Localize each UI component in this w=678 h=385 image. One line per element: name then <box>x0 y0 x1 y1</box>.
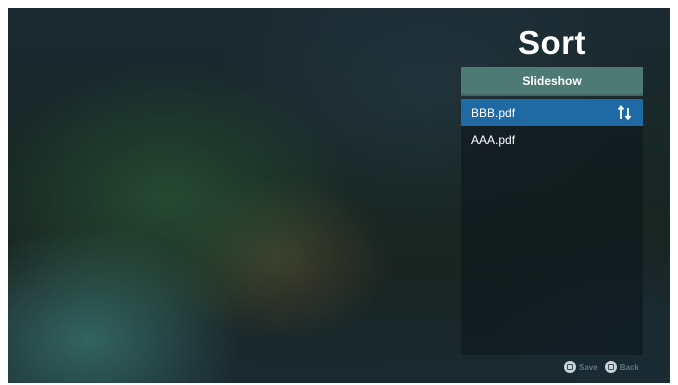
file-name: AAA.pdf <box>471 132 516 147</box>
slideshow-label: Slideshow <box>522 73 582 88</box>
file-item-aaa[interactable]: AAA.pdf <box>461 126 643 153</box>
file-name: BBB.pdf <box>471 105 516 120</box>
file-item-bbb[interactable]: BBB.pdf <box>461 99 643 126</box>
save-key-icon <box>564 361 576 373</box>
back-hint[interactable]: Back <box>620 363 639 372</box>
sort-arrows-icon[interactable] <box>617 104 633 121</box>
slideshow-button[interactable]: Slideshow <box>461 67 643 96</box>
back-key-icon <box>604 361 617 373</box>
save-hint[interactable]: Save <box>579 363 598 372</box>
footer-hints: Save Back <box>564 360 643 374</box>
page-title: Sort <box>518 24 586 61</box>
file-list: BBB.pdf AAA.pdf <box>461 99 643 355</box>
screen: Sort Slideshow BBB.pdf AAA.pdf Save Back <box>8 8 670 383</box>
